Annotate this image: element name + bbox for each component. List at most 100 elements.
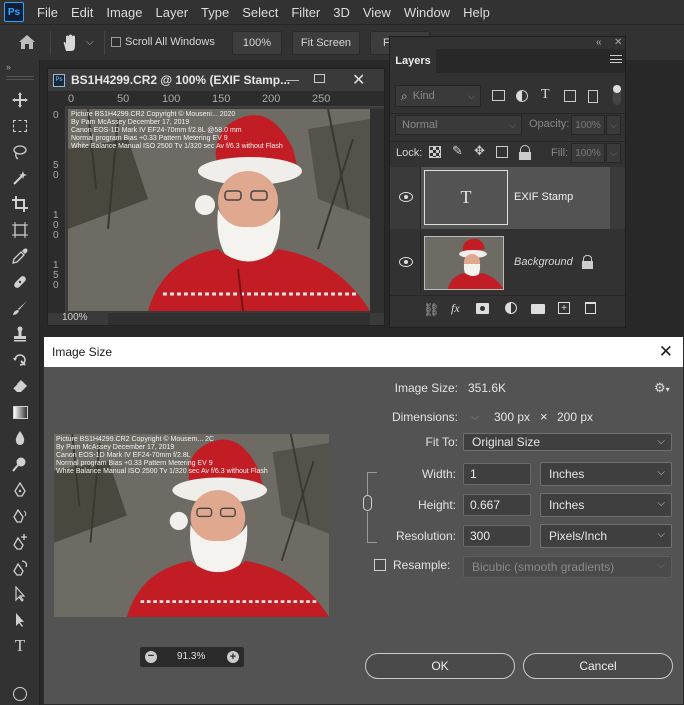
ok-button[interactable]: OK <box>365 653 515 679</box>
dimensions-unit-dropdown[interactable]: ⌵ <box>467 409 483 425</box>
height-input[interactable]: 0.667 <box>463 494 531 516</box>
opacity-dropdown-icon[interactable]: ⌵ <box>606 115 621 135</box>
resample-method-select[interactable]: Bicubic (smooth gradients) ⌵ <box>463 556 672 578</box>
visibility-eye-icon[interactable] <box>399 257 413 267</box>
fill-input[interactable]: 100% <box>571 143 605 163</box>
lock-transparency-icon[interactable] <box>429 146 441 158</box>
freeform-pen-icon[interactable] <box>10 506 30 526</box>
adjustment-filter-icon[interactable] <box>516 90 528 102</box>
menu-type[interactable]: Type <box>196 5 237 20</box>
new-group-folder-icon[interactable] <box>531 304 545 314</box>
new-layer-icon[interactable]: + <box>558 302 570 314</box>
eraser-icon[interactable] <box>10 376 30 396</box>
layers-tab[interactable]: Layers <box>390 49 436 73</box>
path-selection-icon[interactable] <box>10 584 30 604</box>
zoom-100-button[interactable]: 100% <box>232 31 282 55</box>
history-brush-icon[interactable] <box>10 350 30 370</box>
vertical-scrollbar[interactable] <box>370 109 384 313</box>
minimize-icon[interactable]: — <box>286 72 299 87</box>
brush-tool-icon[interactable] <box>10 298 30 318</box>
preview-image[interactable]: Picture BS1H4299.CR2 Copyright © Mousem.… <box>54 434 329 617</box>
vertical-ruler[interactable]: 0 5 0 1 0 0 1 5 0 <box>48 107 66 313</box>
layer-name[interactable]: EXIF Stamp <box>514 191 573 203</box>
settings-gear-icon[interactable]: ⚙▾ <box>654 380 670 396</box>
menu-view[interactable]: View <box>358 5 399 20</box>
fit-to-select[interactable]: Original Size ⌵ <box>463 433 672 451</box>
layer-name[interactable]: Background <box>514 256 573 268</box>
frame-tool-icon[interactable] <box>10 220 30 240</box>
menu-layer[interactable]: Layer <box>151 5 197 20</box>
blend-mode-select[interactable]: Normal ⌵ <box>395 115 522 135</box>
chevron-down-icon[interactable]: ⌵ <box>86 37 94 48</box>
blur-tool-icon[interactable] <box>10 428 30 448</box>
width-unit-select[interactable]: Inches ⌵ <box>540 462 672 486</box>
document-window[interactable]: Ps BS1H4299.CR2 @ 100% (EXIF Stamp... — … <box>47 68 385 326</box>
horizontal-scrollbar[interactable] <box>108 313 370 325</box>
add-anchor-icon[interactable] <box>10 532 30 552</box>
ruler-origin[interactable] <box>48 91 66 107</box>
layer-row-background[interactable]: Background <box>390 231 625 293</box>
opacity-input[interactable]: 100% <box>571 115 605 135</box>
document-canvas[interactable]: Picture BS1H4299.CR2 Copyright © Mouseni… <box>68 109 370 311</box>
healing-brush-icon[interactable] <box>10 272 30 292</box>
delete-layer-trash-icon[interactable] <box>585 302 596 314</box>
menu-select[interactable]: Select <box>237 5 286 20</box>
document-zoom-status[interactable]: 100% <box>62 312 88 323</box>
layer-style-fx-icon[interactable]: fx <box>451 301 460 316</box>
dodge-tool-icon[interactable] <box>10 454 30 474</box>
width-input[interactable]: 1 <box>463 463 531 485</box>
panel-collapse-icon[interactable]: « <box>596 37 602 48</box>
pen-tool-icon[interactable] <box>10 480 30 500</box>
panel-menu-icon[interactable] <box>610 55 622 63</box>
lock-position-icon[interactable]: ✥ <box>474 143 485 159</box>
collapse-icon[interactable]: » <box>6 62 11 72</box>
type-tool-icon[interactable]: T <box>10 636 30 656</box>
home-icon[interactable] <box>18 34 36 50</box>
gradient-tool-icon[interactable] <box>10 402 30 422</box>
layer-row-exif-stamp[interactable]: T EXIF Stamp <box>390 167 625 229</box>
menu-file[interactable]: File <box>32 5 66 20</box>
lasso-tool-icon[interactable] <box>10 142 30 162</box>
dialog-title-bar[interactable]: Image Size ✕ <box>44 337 683 367</box>
horizontal-ruler[interactable]: 0 50 100 150 200 250 <box>66 91 384 107</box>
move-tool-icon[interactable] <box>10 90 30 110</box>
lock-artboard-icon[interactable] <box>496 146 508 158</box>
ellipse-tool-icon[interactable] <box>10 684 30 704</box>
resolution-unit-select[interactable]: Pixels/Inch ⌵ <box>540 524 672 548</box>
menu-window[interactable]: Window <box>399 5 458 20</box>
fit-screen-button[interactable]: Fit Screen <box>292 31 360 55</box>
clone-stamp-icon[interactable] <box>10 324 30 344</box>
curvature-pen-icon[interactable] <box>10 558 30 578</box>
menu-edit[interactable]: Edit <box>66 5 101 20</box>
type-filter-icon[interactable]: T <box>541 87 550 103</box>
adjustment-layer-icon[interactable] <box>505 302 517 314</box>
add-mask-icon[interactable] <box>476 303 489 314</box>
shape-filter-icon[interactable] <box>564 90 576 102</box>
eyedropper-icon[interactable] <box>10 246 30 266</box>
zoom-in-icon[interactable]: + <box>227 651 239 663</box>
resample-checkbox[interactable] <box>374 559 386 571</box>
menu-filter[interactable]: Filter <box>286 5 328 20</box>
fill-dropdown-icon[interactable]: ⌵ <box>606 143 621 163</box>
resolution-input[interactable]: 300 <box>463 525 531 547</box>
filter-toggle[interactable] <box>613 85 621 105</box>
hand-tool-icon[interactable] <box>60 33 80 53</box>
zoom-out-icon[interactable]: − <box>145 651 157 663</box>
layer-kind-filter[interactable]: ⌕ Kind ⌵ <box>395 85 481 107</box>
document-title-bar[interactable]: Ps BS1H4299.CR2 @ 100% (EXIF Stamp... — … <box>48 69 384 91</box>
close-icon[interactable]: ✕ <box>659 342 673 362</box>
magic-wand-icon[interactable] <box>10 168 30 188</box>
panel-close-icon[interactable]: ✕ <box>614 37 622 48</box>
height-unit-select[interactable]: Inches ⌵ <box>540 493 672 517</box>
link-layers-icon[interactable]: ⛓ <box>423 302 440 318</box>
scroll-all-windows-checkbox[interactable] <box>111 37 121 47</box>
direct-selection-icon[interactable] <box>10 610 30 630</box>
crop-tool-icon[interactable] <box>10 194 30 214</box>
menu-image[interactable]: Image <box>101 5 150 20</box>
visibility-eye-icon[interactable] <box>399 192 413 202</box>
lock-pixels-icon[interactable]: ✎ <box>452 143 463 159</box>
photoshop-logo[interactable]: Ps <box>4 2 24 22</box>
menu-3d[interactable]: 3D <box>328 5 358 20</box>
close-icon[interactable]: ✕ <box>352 70 365 90</box>
menu-help[interactable]: Help <box>458 5 498 20</box>
